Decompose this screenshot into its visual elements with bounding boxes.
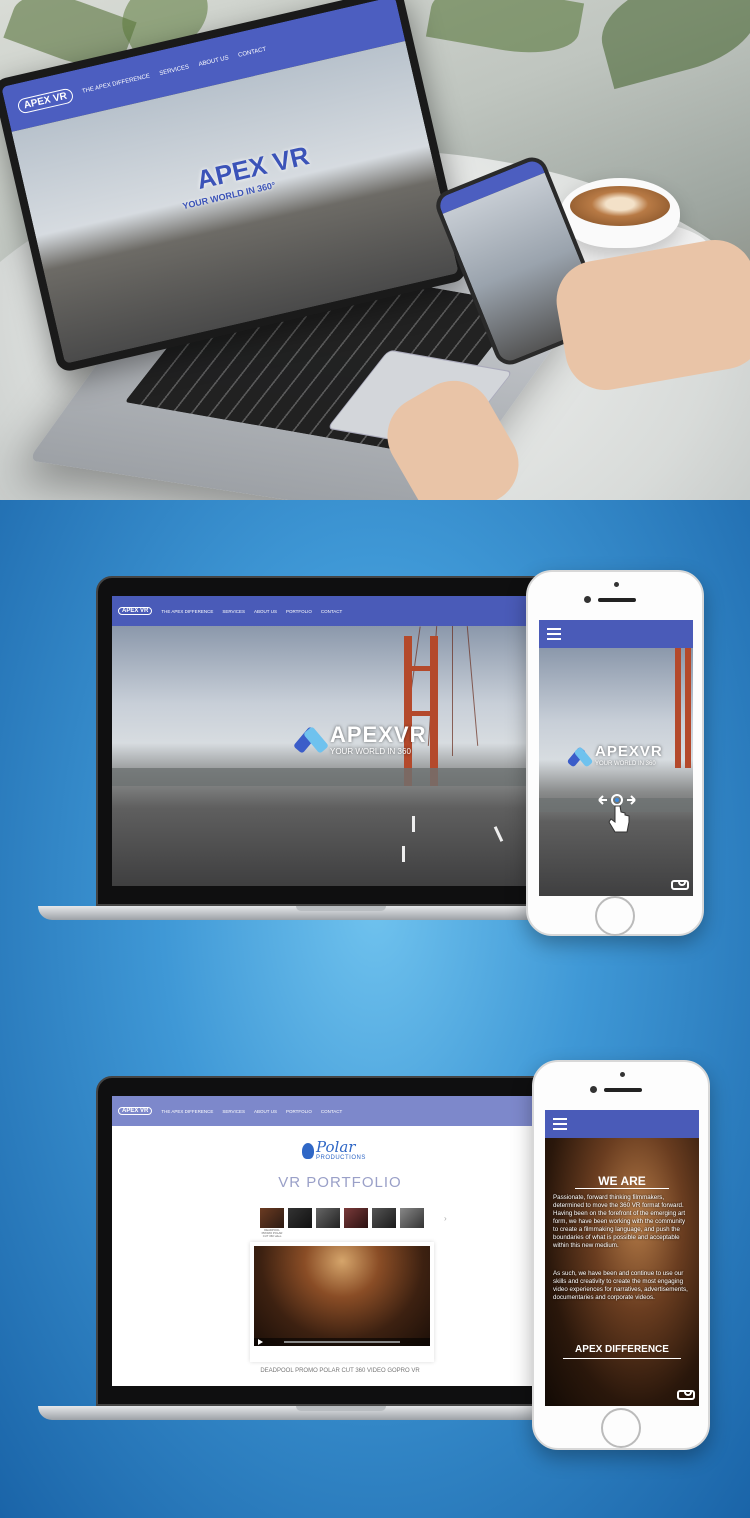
site-nav: APEX VR THE APEX DIFFERENCE SERVICES ABO… xyxy=(112,596,568,626)
lane-marking xyxy=(412,816,415,832)
home-button xyxy=(595,896,635,936)
cable xyxy=(466,626,479,746)
phone-mockup: WE ARE Passionate, forward thinking film… xyxy=(532,1060,710,1450)
section-title: VR PORTFOLIO xyxy=(278,1174,402,1191)
mobile-nav xyxy=(545,1110,699,1138)
camera xyxy=(620,1072,625,1077)
nav-item[interactable]: ABOUT US xyxy=(254,1109,277,1114)
plant-leaf xyxy=(425,0,585,63)
divider xyxy=(563,1358,681,1359)
apex-x-icon xyxy=(566,745,594,768)
apexvr-logo: APEXVR YOUR WORLD IN 360 xyxy=(293,722,427,756)
video-thumb[interactable]: DEADPOOL PROMO POLAR CUT 360 video xyxy=(260,1208,284,1238)
camera xyxy=(614,582,619,587)
polar-word: Polar xyxy=(316,1138,356,1156)
hamburger-icon[interactable] xyxy=(547,628,561,640)
site-logo[interactable]: APEX VR xyxy=(118,1107,153,1115)
apexvr-logo: APEXVR YOUR WORLD IN 360 xyxy=(566,743,663,768)
video-thumb[interactable] xyxy=(316,1208,340,1238)
hamburger-icon[interactable] xyxy=(553,1118,567,1130)
nav-item[interactable]: CONTACT xyxy=(321,609,342,614)
sensor xyxy=(584,596,591,603)
sensor xyxy=(590,1086,597,1093)
brand-tagline: YOUR WORLD IN 360 xyxy=(595,761,656,767)
lane-marking xyxy=(402,846,405,862)
bridge-crossbeam xyxy=(404,711,438,716)
video-thumb[interactable] xyxy=(344,1208,368,1238)
site-nav: APEX VR THE APEX DIFFERENCE SERVICES ABO… xyxy=(112,1096,568,1126)
laptop-notch xyxy=(296,1406,386,1411)
brand-tagline: YOUR WORLD IN 360 xyxy=(330,747,411,756)
video-thumbnails: DEADPOOL PROMO POLAR CUT 360 video xyxy=(260,1208,424,1238)
bridge-tower xyxy=(675,648,681,768)
cable xyxy=(452,626,453,756)
home-button xyxy=(601,1408,641,1448)
nav-item[interactable]: ABOUT US xyxy=(198,55,229,68)
nav-item[interactable]: SERVICES xyxy=(159,64,190,77)
paw-icon xyxy=(302,1143,314,1159)
brand-name: APEXVR xyxy=(330,722,427,747)
nav-item[interactable]: PORTFOLIO xyxy=(286,1109,312,1114)
about-paragraph: As such, we have been and continue to us… xyxy=(553,1270,688,1302)
phone-mockup: APEXVR YOUR WORLD IN 360 xyxy=(526,570,704,936)
latte-art xyxy=(570,186,670,226)
section-heading: APEX DIFFERENCE xyxy=(575,1344,669,1355)
vr-headset-icon[interactable] xyxy=(677,1390,695,1400)
plant-leaf xyxy=(591,0,750,90)
video-thumb[interactable] xyxy=(400,1208,424,1238)
bridge-crossbeam xyxy=(404,666,438,671)
video-controls xyxy=(254,1338,430,1346)
nav-item[interactable]: THE APEX DIFFERENCE xyxy=(161,609,213,614)
brand-name: APEXVR xyxy=(595,743,663,760)
laptop-notch xyxy=(296,906,386,911)
phone-screen: APEXVR YOUR WORLD IN 360 xyxy=(539,620,693,896)
laptop-display: APEX VR THE APEX DIFFERENCE SERVICES ABO… xyxy=(112,1096,568,1386)
lane-marking xyxy=(493,826,504,842)
showcase-background: APEX VR THE APEX DIFFERENCE SERVICES ABO… xyxy=(0,500,750,1518)
coffee-cup xyxy=(560,178,680,248)
speaker xyxy=(604,1088,642,1092)
video-frame xyxy=(254,1246,430,1346)
video-player[interactable] xyxy=(250,1242,434,1362)
nav-item[interactable]: CONTACT xyxy=(238,47,267,59)
video-title: DEADPOOL PROMO POLAR CUT 360 VIDEO GOPRO… xyxy=(260,1368,420,1374)
about-paragraph: Passionate, forward thinking filmmakers,… xyxy=(553,1194,686,1250)
video-thumb[interactable] xyxy=(288,1208,312,1238)
bridge-panorama[interactable] xyxy=(539,648,693,896)
polar-productions-logo: Polar PRODUCTIONS xyxy=(302,1140,366,1161)
phone-screen: WE ARE Passionate, forward thinking film… xyxy=(545,1110,699,1406)
nav-item[interactable]: THE APEX DIFFERENCE xyxy=(161,1109,213,1114)
nav-item[interactable]: PORTFOLIO xyxy=(286,609,312,614)
video-thumb[interactable] xyxy=(372,1208,396,1238)
section-heading: WE ARE xyxy=(598,1174,646,1188)
play-icon[interactable] xyxy=(258,1339,263,1345)
lifestyle-photo: APEX VR THE APEX DIFFERENCE SERVICES ABO… xyxy=(0,0,750,500)
nav-item[interactable]: CONTACT xyxy=(321,1109,342,1114)
nav-item[interactable]: ABOUT US xyxy=(254,609,277,614)
nav-item[interactable]: THE APEX DIFFERENCE xyxy=(82,73,151,94)
progress-bar[interactable] xyxy=(284,1341,400,1343)
nav-item[interactable]: SERVICES xyxy=(222,609,245,614)
guard-rail xyxy=(112,768,568,786)
bridge-panorama[interactable] xyxy=(112,626,568,886)
swipe-hand-icon xyxy=(598,794,636,833)
site-logo[interactable]: APEX VR xyxy=(118,607,153,615)
mobile-nav xyxy=(539,620,693,648)
divider xyxy=(575,1188,669,1189)
polar-sub: PRODUCTIONS xyxy=(316,1155,366,1161)
apex-x-icon xyxy=(293,725,329,755)
speaker xyxy=(598,598,636,602)
vr-headset-icon[interactable] xyxy=(671,880,689,890)
next-arrow-icon[interactable]: › xyxy=(444,1214,447,1223)
bridge-tower xyxy=(685,648,691,768)
site-logo[interactable]: APEX VR xyxy=(16,86,75,115)
laptop-display: APEX VR THE APEX DIFFERENCE SERVICES ABO… xyxy=(112,596,568,886)
nav-item[interactable]: SERVICES xyxy=(222,1109,245,1114)
